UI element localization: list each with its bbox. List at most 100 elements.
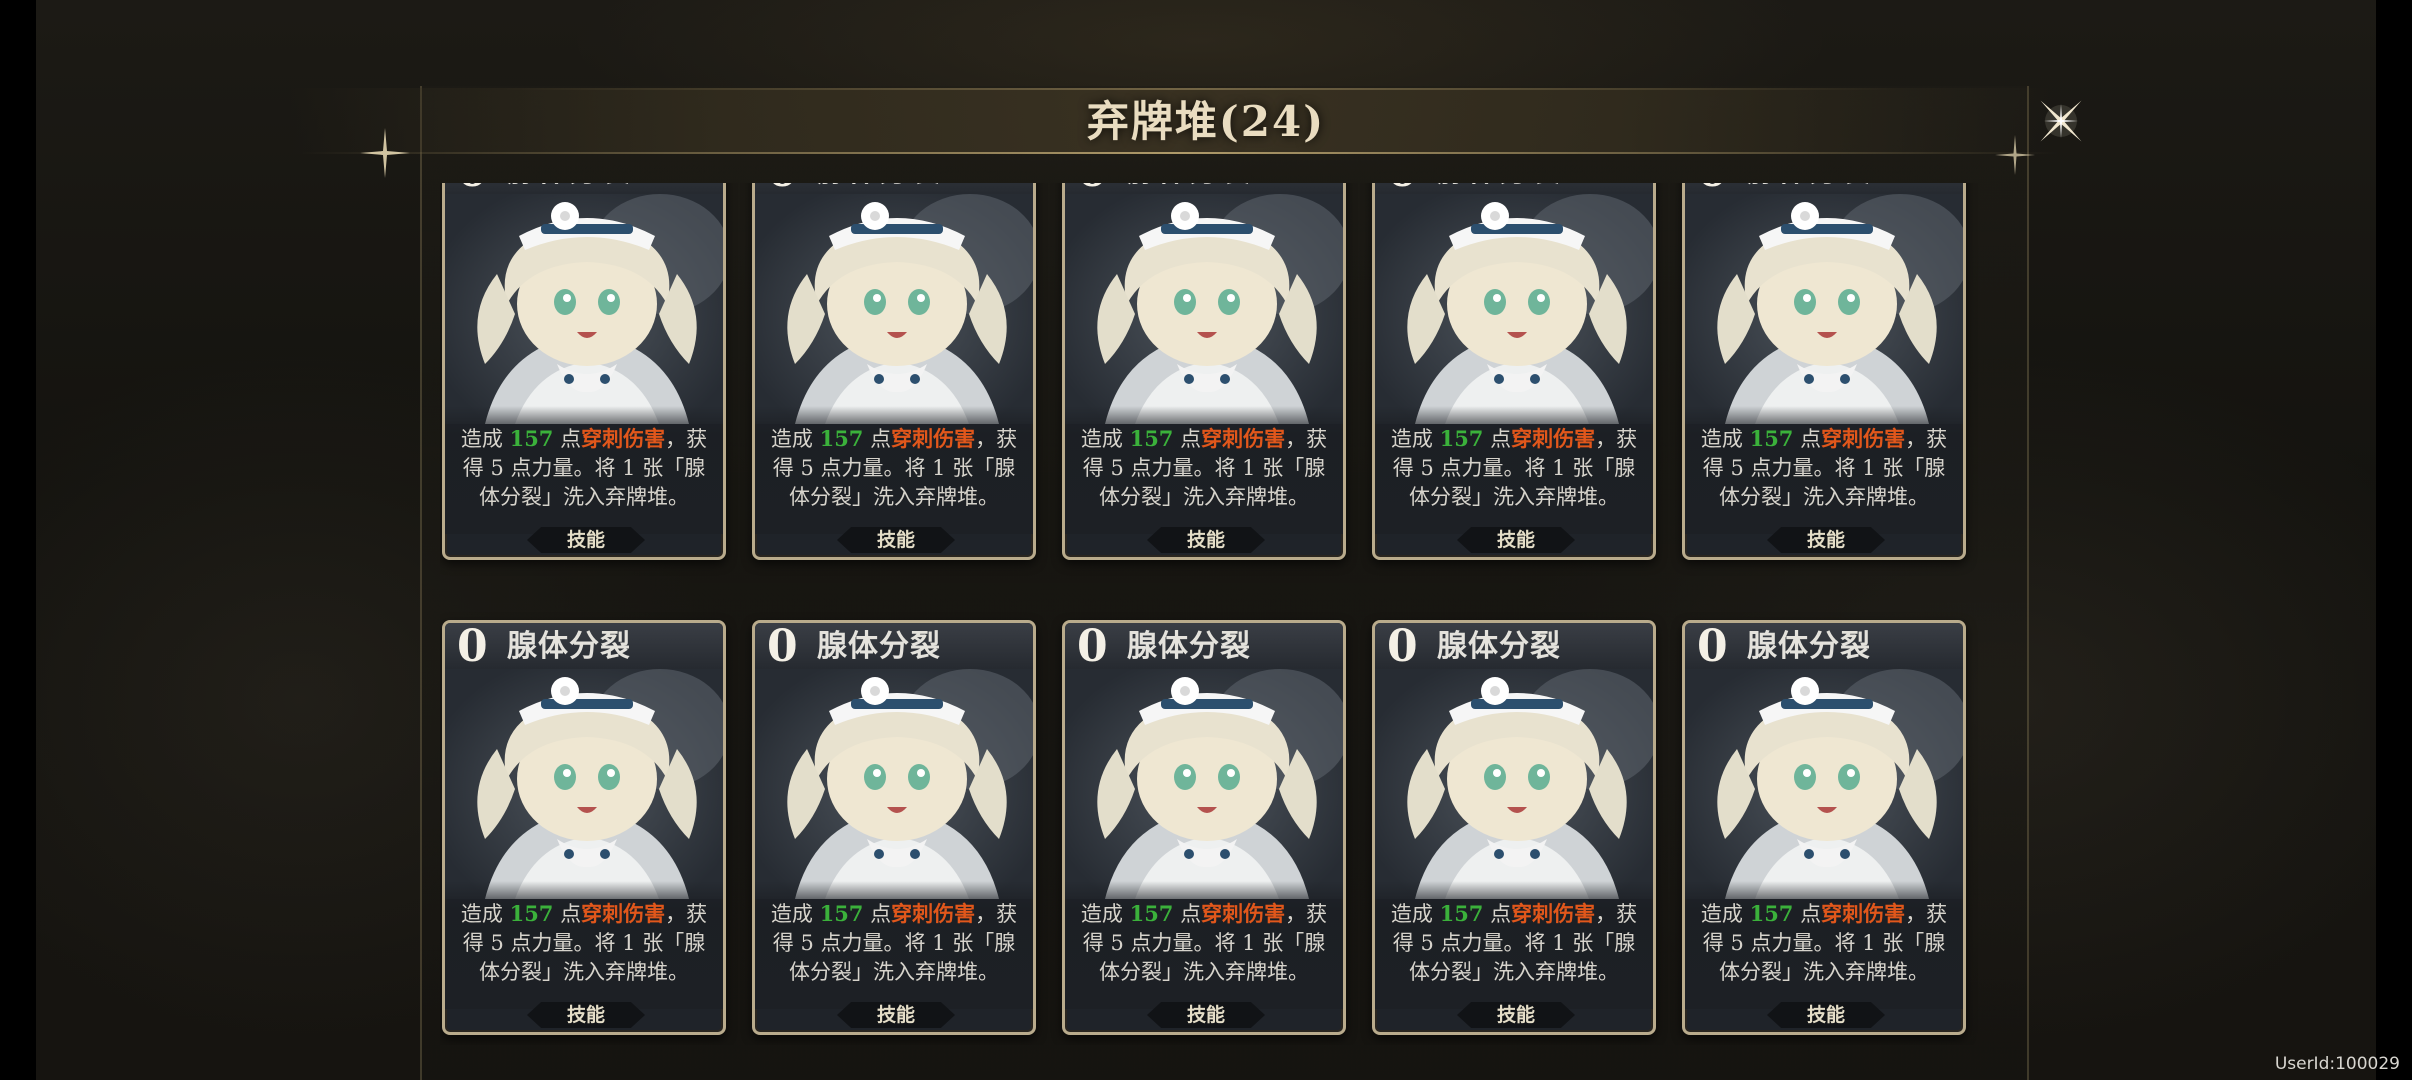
discard-card[interactable]: 0 腺体分裂 造成 157 点穿刺伤害， (1682, 183, 1966, 560)
left-letterbox (0, 0, 36, 1080)
damage-value: 157 (1749, 901, 1794, 926)
damage-value: 157 (509, 901, 554, 926)
right-letterbox (2376, 0, 2412, 1080)
close-button[interactable] (2030, 90, 2092, 152)
card-art (1685, 669, 1963, 899)
damage-type-keyword: 穿刺伤害 (1511, 901, 1596, 926)
card-description: 造成 157 点穿刺伤害，获得 5 点力量。将 1 张「腺体分裂」洗入弃牌堆。 (445, 406, 723, 534)
card-art (755, 669, 1033, 899)
card-art (445, 194, 723, 424)
card-art-icon (477, 669, 723, 899)
card-header: 0 腺体分裂 (1685, 623, 1963, 671)
discard-card[interactable]: 0 腺体分裂 造成 157 点穿刺伤害， (1062, 183, 1346, 560)
card-art-icon (1097, 194, 1343, 424)
desc-prefix: 造成 (770, 427, 813, 451)
card-description: 造成 157 点穿刺伤害，获得 5 点力量。将 1 张「腺体分裂」洗入弃牌堆。 (1065, 406, 1343, 534)
card-description-text: 造成 157 点穿刺伤害，获得 5 点力量。将 1 张「腺体分裂」洗入弃牌堆。 (459, 424, 709, 512)
desc-mid: 点 (1180, 902, 1202, 926)
desc-mid: 点 (1490, 427, 1512, 451)
card-header: 0 腺体分裂 (755, 623, 1033, 671)
card-name: 腺体分裂 (507, 629, 631, 664)
discard-card[interactable]: 0 腺体分裂 造成 157 点穿刺伤害， (1062, 620, 1346, 1035)
damage-value: 157 (1439, 426, 1484, 451)
card-art (1065, 669, 1343, 899)
card-type-badge: 技能 (1457, 1002, 1575, 1028)
discard-card[interactable]: 0 腺体分裂 造成 157 点穿刺伤害， (1682, 620, 1966, 1035)
discard-card[interactable]: 0 腺体分裂 造成 157 点穿刺伤害， (752, 183, 1036, 560)
desc-mid: 点 (1800, 427, 1822, 451)
desc-mid: 点 (1800, 902, 1822, 926)
desc-mid: 点 (560, 902, 582, 926)
card-name: 腺体分裂 (1437, 183, 1561, 194)
damage-type-keyword: 穿刺伤害 (581, 426, 666, 451)
discard-card[interactable]: 0 腺体分裂 造成 157 点穿刺伤害， (442, 620, 726, 1035)
card-type-badge: 技能 (837, 1002, 955, 1028)
desc-prefix: 造成 (1080, 902, 1123, 926)
damage-type-keyword: 穿刺伤害 (1821, 901, 1906, 926)
card-cost: 0 (1697, 183, 1728, 196)
card-description: 造成 157 点穿刺伤害，获得 5 点力量。将 1 张「腺体分裂」洗入弃牌堆。 (755, 406, 1033, 534)
discard-card[interactable]: 0 腺体分裂 造成 157 点穿刺伤害， (442, 183, 726, 560)
desc-prefix: 造成 (460, 427, 503, 451)
desc-prefix: 造成 (1080, 427, 1123, 451)
card-art-icon (1717, 669, 1963, 899)
damage-type-keyword: 穿刺伤害 (1821, 426, 1906, 451)
title-top-divider (500, 88, 1900, 90)
desc-prefix: 造成 (1390, 427, 1433, 451)
damage-type-keyword: 穿刺伤害 (581, 901, 666, 926)
card-description-text: 造成 157 点穿刺伤害，获得 5 点力量。将 1 张「腺体分裂」洗入弃牌堆。 (1389, 424, 1639, 512)
damage-value: 157 (1129, 426, 1174, 451)
card-description: 造成 157 点穿刺伤害，获得 5 点力量。将 1 张「腺体分裂」洗入弃牌堆。 (1375, 406, 1653, 534)
card-art-icon (1407, 669, 1653, 899)
card-art-icon (787, 669, 1033, 899)
desc-prefix: 造成 (1700, 902, 1743, 926)
card-type-badge: 技能 (1767, 1002, 1885, 1028)
card-header: 0 腺体分裂 (1065, 621, 1343, 672)
desc-prefix: 造成 (770, 902, 813, 926)
card-art (1375, 194, 1653, 424)
damage-value: 157 (1129, 901, 1174, 926)
card-description-text: 造成 157 点穿刺伤害，获得 5 点力量。将 1 张「腺体分裂」洗入弃牌堆。 (1389, 899, 1639, 987)
damage-type-keyword: 穿刺伤害 (1201, 426, 1286, 451)
card-name: 腺体分裂 (507, 183, 631, 194)
card-art (755, 194, 1033, 424)
card-art-icon (1717, 194, 1963, 424)
card-description-text: 造成 157 点穿刺伤害，获得 5 点力量。将 1 张「腺体分裂」洗入弃牌堆。 (1079, 424, 1329, 512)
card-header: 0 腺体分裂 (445, 621, 723, 672)
damage-value: 157 (819, 901, 864, 926)
card-type-badge: 技能 (527, 1002, 645, 1028)
card-type-badge: 技能 (1147, 527, 1265, 553)
card-cost: 0 (1077, 621, 1108, 672)
card-name: 腺体分裂 (817, 629, 941, 664)
card-description: 造成 157 点穿刺伤害，获得 5 点力量。将 1 张「腺体分裂」洗入弃牌堆。 (1685, 406, 1963, 534)
discard-card[interactable]: 0 腺体分裂 造成 157 点穿刺伤害， (752, 620, 1036, 1035)
card-name: 腺体分裂 (1747, 629, 1871, 664)
desc-mid: 点 (870, 427, 892, 451)
card-art-icon (1097, 669, 1343, 899)
discard-card[interactable]: 0 腺体分裂 造成 157 点穿刺伤害， (1372, 620, 1656, 1035)
card-name: 腺体分裂 (1127, 183, 1251, 194)
card-art-icon (477, 194, 723, 424)
damage-value: 157 (819, 426, 864, 451)
damage-type-keyword: 穿刺伤害 (891, 901, 976, 926)
title-divider (300, 152, 2060, 154)
discard-card[interactable]: 0 腺体分裂 造成 157 点穿刺伤害， (1372, 183, 1656, 560)
desc-mid: 点 (560, 427, 582, 451)
close-sparkle-icon (2040, 100, 2082, 142)
card-header: 0 腺体分裂 (1375, 623, 1653, 671)
game-screen: 弃牌堆(24) 0 腺体分裂 (0, 0, 2412, 1080)
card-description: 造成 157 点穿刺伤害，获得 5 点力量。将 1 张「腺体分裂」洗入弃牌堆。 (1375, 881, 1653, 1009)
card-art (445, 669, 723, 899)
card-cost: 0 (457, 621, 488, 672)
card-art (1375, 669, 1653, 899)
card-art-icon (787, 194, 1033, 424)
card-grid: 0 腺体分裂 造成 157 点穿刺伤害， (440, 183, 1980, 1045)
card-description-text: 造成 157 点穿刺伤害，获得 5 点力量。将 1 张「腺体分裂」洗入弃牌堆。 (769, 424, 1019, 512)
card-art (1685, 194, 1963, 424)
damage-value: 157 (1749, 426, 1794, 451)
desc-prefix: 造成 (1390, 902, 1433, 926)
desc-mid: 点 (870, 902, 892, 926)
card-type-badge: 技能 (1147, 1002, 1265, 1028)
card-description-text: 造成 157 点穿刺伤害，获得 5 点力量。将 1 张「腺体分裂」洗入弃牌堆。 (1699, 899, 1949, 987)
card-description: 造成 157 点穿刺伤害，获得 5 点力量。将 1 张「腺体分裂」洗入弃牌堆。 (1685, 881, 1963, 1009)
